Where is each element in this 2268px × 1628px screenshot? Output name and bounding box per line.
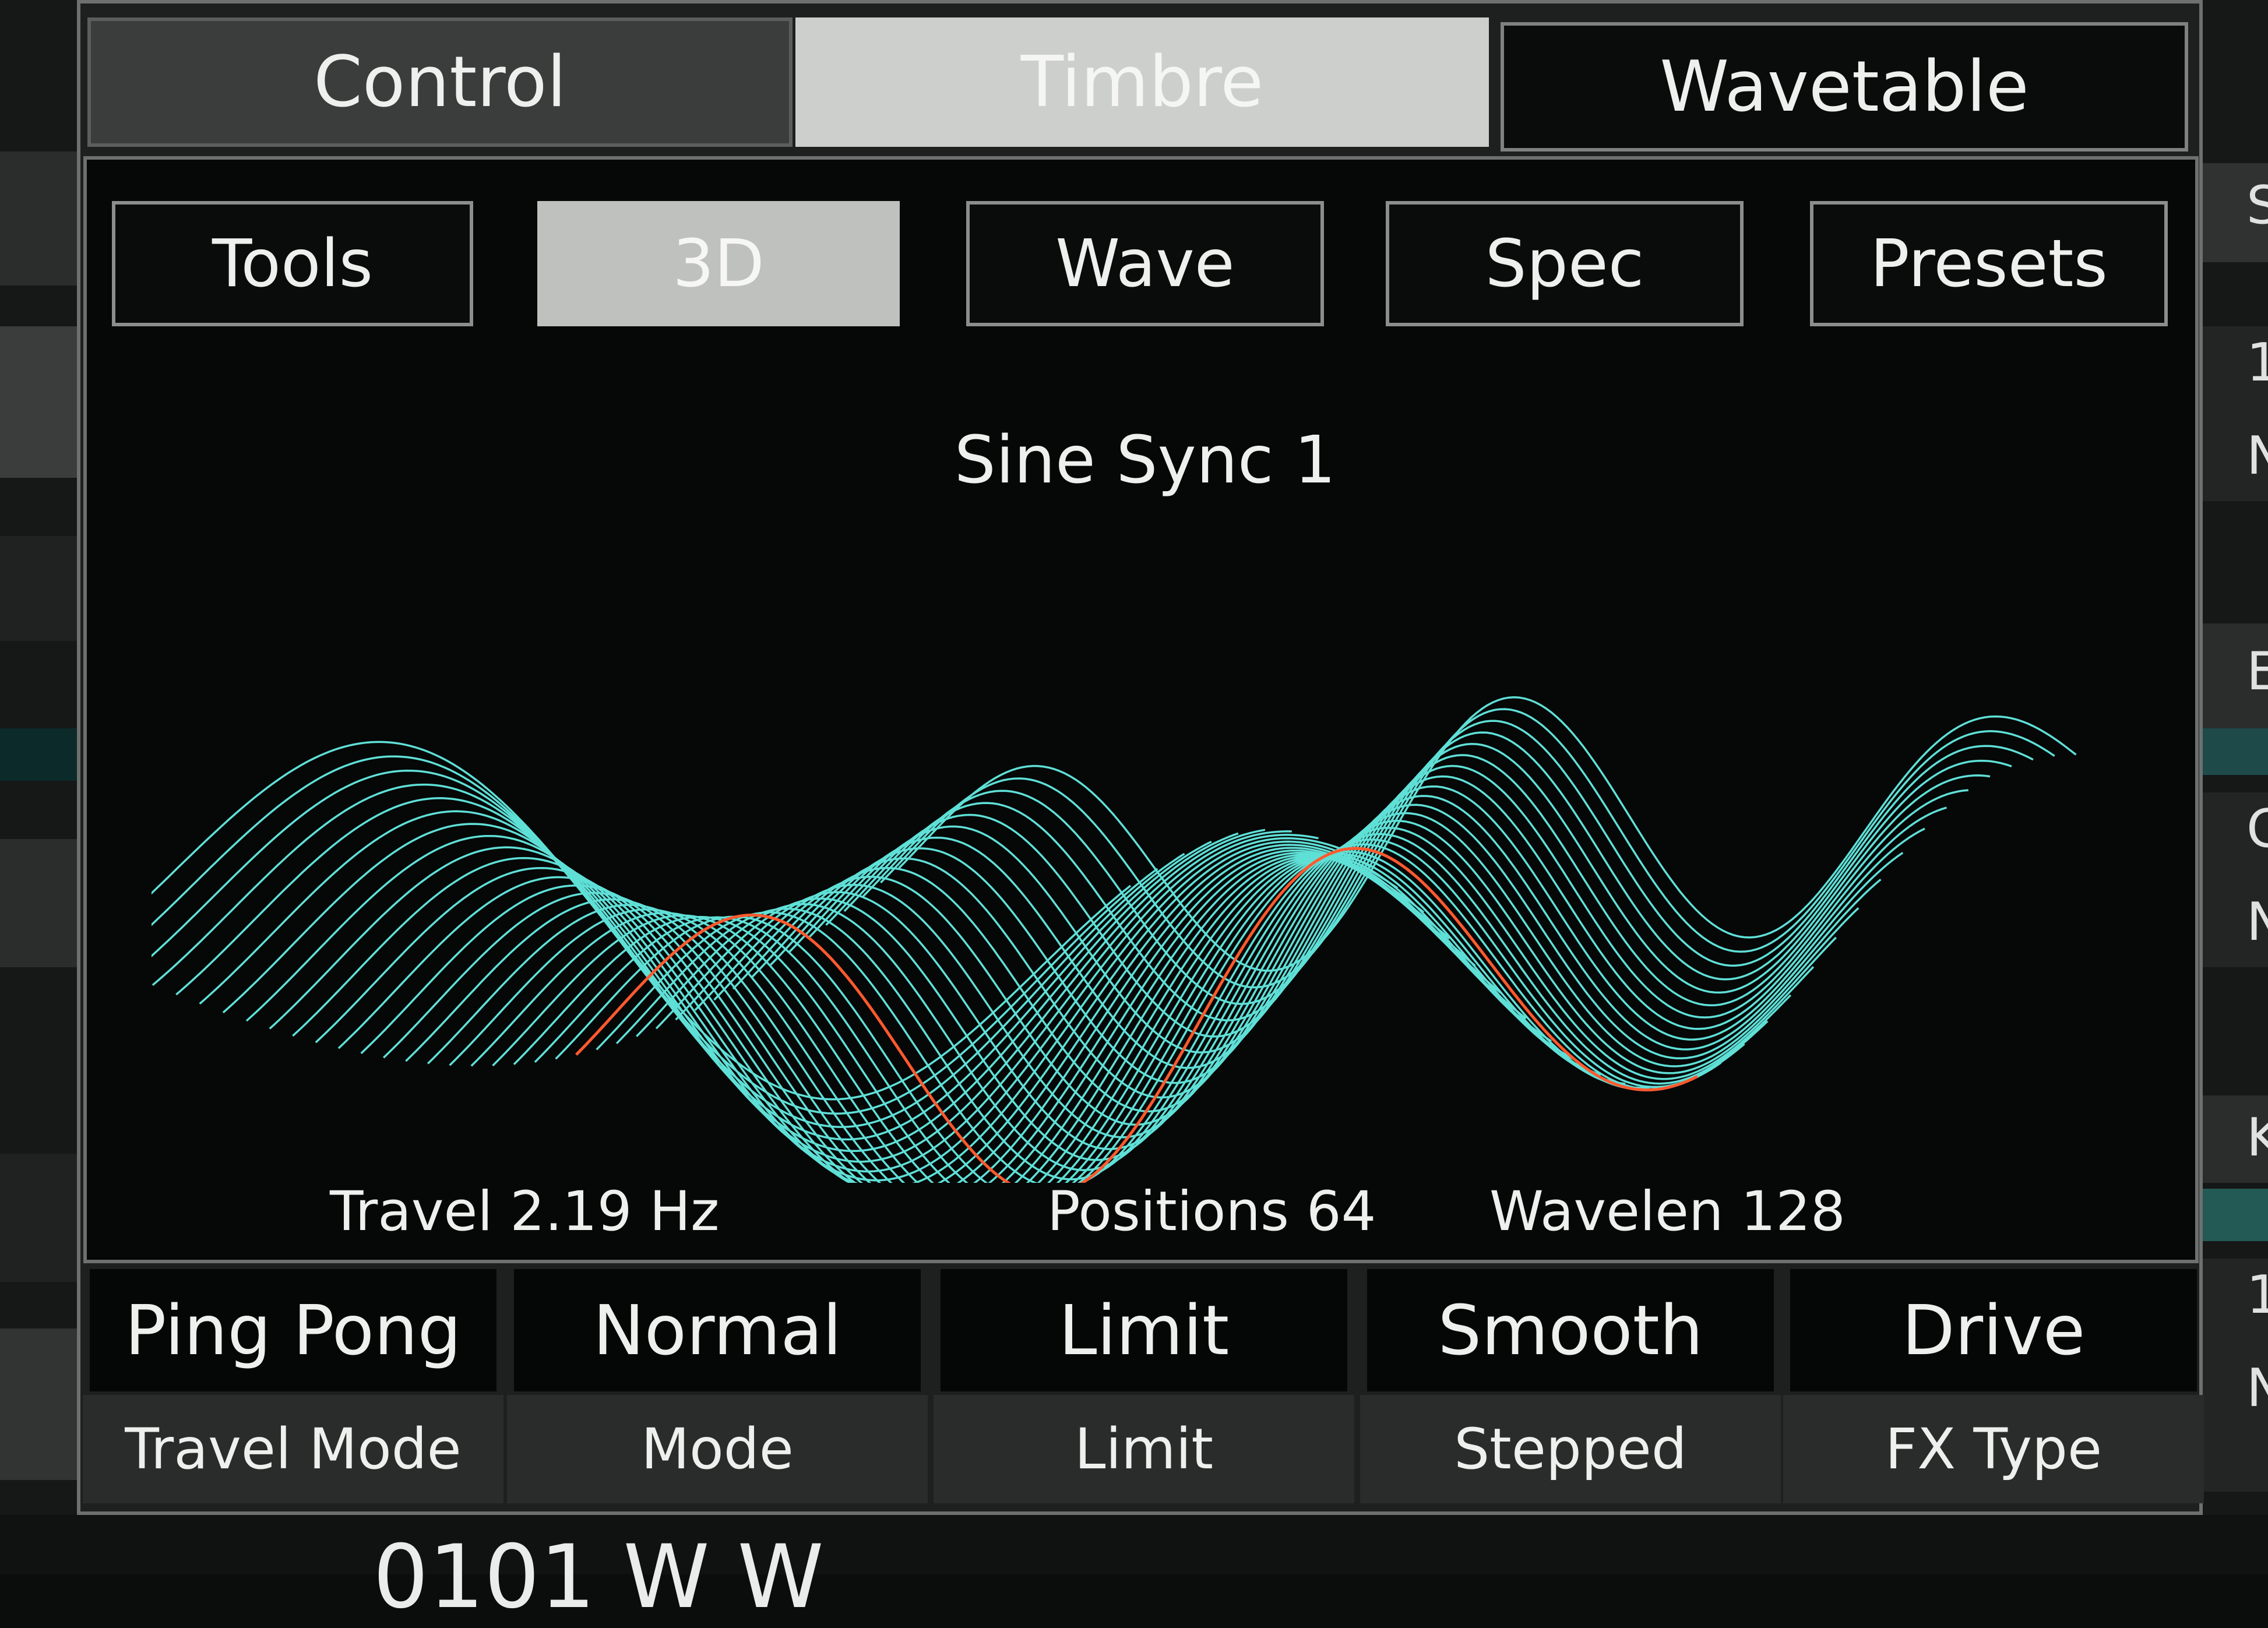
wavetable-3d-view[interactable] [80,454,2121,1218]
tab-timbre[interactable]: Timbre [795,17,1489,147]
control-label: FX Type [1783,1395,2204,1503]
side-glyph: S [2246,175,2268,236]
tab-control[interactable]: Control [87,17,793,147]
subtab-wave[interactable]: Wave [966,201,1324,326]
travel-rate-readout: Travel 2.19 Hz [330,1180,720,1243]
wavetable-name: Sine Sync 1 [954,422,1336,498]
subtab-3d[interactable]: 3D [537,201,900,326]
wavetable-frame-line [128,769,1185,1128]
right-edge-panel [2203,0,2268,1574]
control-value[interactable]: Smooth [1367,1269,1774,1391]
control-travel-mode[interactable]: Ping Pong Travel Mode [83,1269,503,1503]
side-glyph: K [2246,1107,2268,1168]
left-edge-panel [0,0,77,1574]
wavetable-frame-line [222,823,1292,1173]
side-glyph: N [2246,891,2268,953]
control-label: Stepped [1360,1395,1781,1503]
subtab-presets[interactable]: Presets [1810,201,2168,326]
tab-wavetable[interactable]: Wavetable [1501,22,2188,151]
subtab-spec[interactable]: Spec [1386,201,1744,326]
wavelength-readout: Wavelen 128 [1489,1180,1846,1243]
bottom-display-strip [0,1515,2268,1574]
side-glyph: 1 [2246,332,2268,393]
control-label: Limit [934,1395,1354,1503]
control-limit[interactable]: Limit Limit [934,1269,1354,1503]
wavetable-frame-line [788,764,1947,1069]
side-glyph: C [2246,798,2268,859]
control-value[interactable]: Normal [514,1269,921,1391]
control-label: Mode [507,1395,928,1503]
control-value[interactable]: Ping Pong [90,1269,496,1391]
control-fx-type[interactable]: Drive FX Type [1783,1269,2204,1503]
control-value[interactable]: Limit [941,1269,1347,1391]
subtab-tools[interactable]: Tools [112,201,473,326]
side-glyph: E [2246,641,2268,702]
control-mode[interactable]: Normal Mode [507,1269,928,1503]
control-label: Travel Mode [83,1395,503,1503]
bottom-partial-text: 0101 W W [373,1527,824,1628]
positions-readout: Positions 64 [1047,1180,1376,1243]
side-glyph: 1 [2246,1264,2268,1326]
side-glyph: N [2246,1358,2268,1419]
wavetable-mesh [80,696,2077,1218]
control-stepped[interactable]: Smooth Stepped [1360,1269,1781,1503]
control-value[interactable]: Drive [1790,1269,2197,1391]
